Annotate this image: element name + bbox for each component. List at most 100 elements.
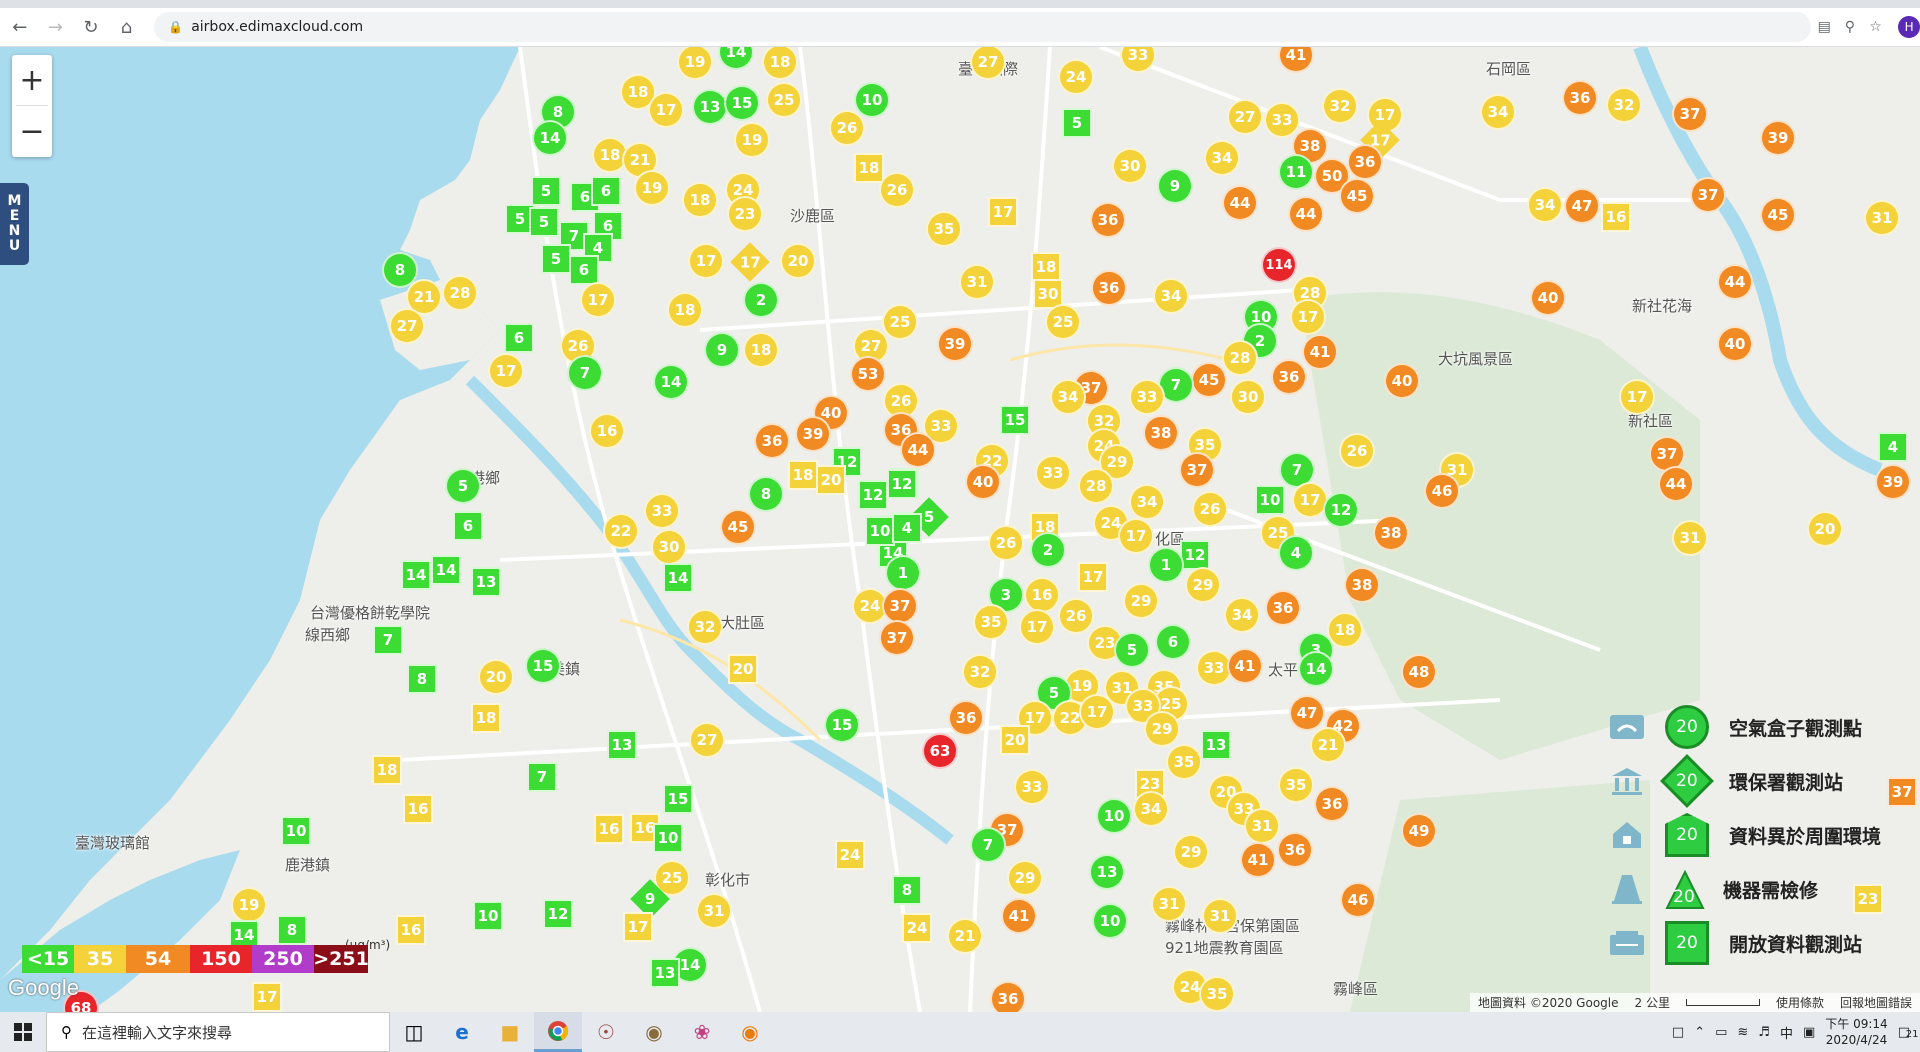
station-marker-circle[interactable]: 16 xyxy=(1024,577,1060,613)
file-explorer-icon[interactable]: ■ xyxy=(486,1012,534,1052)
station-marker-circle[interactable]: 34 xyxy=(1129,484,1165,520)
station-marker-circle[interactable]: 22 xyxy=(603,513,639,549)
station-marker-circle[interactable]: 32 xyxy=(962,654,998,690)
station-marker-circle[interactable]: 17 xyxy=(580,282,616,318)
station-marker-circle[interactable]: 31 xyxy=(696,893,732,929)
taskbar-clock[interactable]: 下午 09:14 2020/4/24 xyxy=(1825,1016,1887,1048)
station-marker-circle[interactable]: 31 xyxy=(959,264,995,300)
station-marker-circle[interactable]: 31 xyxy=(1244,808,1280,844)
station-marker-square[interactable]: 4 xyxy=(1878,432,1908,462)
station-marker-circle[interactable]: 36 xyxy=(1347,144,1383,180)
station-marker-circle[interactable]: 20 xyxy=(478,659,514,695)
station-marker-circle[interactable]: 40 xyxy=(1717,326,1753,362)
station-marker-circle[interactable]: 38 xyxy=(1373,515,1409,551)
station-marker-square[interactable]: 12 xyxy=(858,480,888,510)
app-icon[interactable]: ◉ xyxy=(630,1012,678,1052)
station-marker-square[interactable]: 5 xyxy=(531,176,561,206)
station-marker-circle[interactable]: 26 xyxy=(879,172,915,208)
home-icon[interactable]: ⌂ xyxy=(111,11,143,43)
station-marker-circle[interactable]: 5 xyxy=(445,468,481,504)
station-marker-circle[interactable]: 31 xyxy=(1672,520,1708,556)
station-marker-square[interactable]: 17 xyxy=(252,982,282,1012)
station-marker-square[interactable]: 24 xyxy=(835,840,865,870)
station-marker-circle[interactable]: 47 xyxy=(1564,188,1600,224)
station-marker-circle[interactable]: 31 xyxy=(1151,886,1187,922)
station-marker-square[interactable]: 4 xyxy=(892,513,922,543)
station-marker-circle[interactable]: 19 xyxy=(634,170,670,206)
station-marker-circle[interactable]: 33 xyxy=(1014,769,1050,805)
menu-tab[interactable]: M E N U xyxy=(0,183,29,265)
station-marker-circle[interactable]: 14 xyxy=(653,364,689,400)
station-marker-square[interactable]: 6 xyxy=(504,323,534,353)
station-marker-circle[interactable]: 34 xyxy=(1133,791,1169,827)
station-marker-circle[interactable]: 45 xyxy=(720,509,756,545)
report-error-link[interactable]: 回報地圖錯誤 xyxy=(1840,994,1912,1011)
station-marker-square[interactable]: 12 xyxy=(543,899,573,929)
station-marker-circle[interactable]: 28 xyxy=(1078,468,1114,504)
map-canvas[interactable]: 臺中國際石岡區沙鹿區新社花海大坑風景區新社區港鄉化區台灣優格餅乾學院線西鄉和美鎮… xyxy=(0,47,1920,1012)
station-marker-square[interactable]: 15 xyxy=(1000,405,1030,435)
station-marker-square[interactable]: 8 xyxy=(277,915,307,945)
station-marker-circle[interactable]: 37 xyxy=(882,588,918,624)
station-marker-circle[interactable]: 37 xyxy=(1179,452,1215,488)
station-marker-circle[interactable]: 17 xyxy=(688,243,724,279)
station-marker-square[interactable]: 16 xyxy=(594,814,624,844)
station-marker-circle[interactable]: 31 xyxy=(1202,898,1238,934)
station-marker-circle[interactable]: 14 xyxy=(532,120,568,156)
station-marker-circle[interactable]: 34 xyxy=(1527,187,1563,223)
station-marker-square[interactable]: 24 xyxy=(902,913,932,943)
chrome-browser-icon[interactable] xyxy=(534,1012,582,1052)
station-marker-square[interactable]: 13 xyxy=(650,958,680,988)
station-marker-circle[interactable]: 37 xyxy=(879,620,915,656)
station-marker-circle[interactable]: 32 xyxy=(1606,87,1642,123)
station-marker-square[interactable]: 20 xyxy=(1000,725,1030,755)
station-marker-circle[interactable]: 44 xyxy=(1288,196,1324,232)
station-marker-circle[interactable]: 40 xyxy=(1384,363,1420,399)
station-marker-circle[interactable]: 15 xyxy=(724,85,760,121)
station-marker-square[interactable]: 18 xyxy=(372,755,402,785)
station-marker-circle[interactable]: 34 xyxy=(1050,379,1086,415)
station-marker-circle[interactable]: 17 xyxy=(1079,694,1115,730)
station-marker-circle[interactable]: 35 xyxy=(1199,976,1235,1012)
station-marker-circle[interactable]: 48 xyxy=(1401,654,1437,690)
station-marker-circle[interactable]: 14 xyxy=(1298,651,1334,687)
station-marker-circle[interactable]: 41 xyxy=(1227,648,1263,684)
station-marker-circle[interactable]: 49 xyxy=(1401,813,1437,849)
station-marker-square[interactable]: 5 xyxy=(1062,108,1092,138)
station-marker-square[interactable]: 8 xyxy=(407,664,437,694)
station-marker-circle[interactable]: 32 xyxy=(1322,88,1358,124)
station-marker-circle[interactable]: 30 xyxy=(1112,148,1148,184)
zoom-in-button[interactable]: + xyxy=(12,55,52,105)
station-marker-circle[interactable]: 20 xyxy=(1807,511,1843,547)
station-marker-circle[interactable]: 36 xyxy=(1091,270,1127,306)
station-marker-circle[interactable]: 27 xyxy=(389,308,425,344)
station-marker-circle[interactable]: 10 xyxy=(854,82,890,118)
station-marker-square[interactable]: 5 xyxy=(541,244,571,274)
volume-icon[interactable]: ♬ xyxy=(1758,1025,1770,1040)
station-marker-circle[interactable]: 11 xyxy=(1278,154,1314,190)
station-marker-circle[interactable]: 36 xyxy=(1090,202,1126,238)
station-marker-circle[interactable]: 41 xyxy=(1001,898,1037,934)
station-marker-circle[interactable]: 33 xyxy=(1035,455,1071,491)
station-marker-square[interactable]: 12 xyxy=(1180,540,1210,570)
station-marker-square[interactable]: 20 xyxy=(728,654,758,684)
station-marker-circle[interactable]: 25 xyxy=(766,82,802,118)
station-marker-circle[interactable]: 2 xyxy=(1030,532,1066,568)
station-marker-circle[interactable]: 41 xyxy=(1302,334,1338,370)
station-marker-circle[interactable]: 34 xyxy=(1224,597,1260,633)
station-marker-circle[interactable]: 45 xyxy=(1760,197,1796,233)
station-marker-circle[interactable]: 36 xyxy=(754,423,790,459)
station-marker-circle[interactable]: 7 xyxy=(970,827,1006,863)
station-marker-square[interactable]: 14 xyxy=(663,563,693,593)
station-marker-circle[interactable]: 12 xyxy=(1323,492,1359,528)
battery-icon[interactable]: ▭ xyxy=(1715,1025,1727,1040)
station-marker-circle[interactable]: 44 xyxy=(1658,466,1694,502)
station-marker-square[interactable]: 6 xyxy=(591,176,621,206)
station-marker-circle[interactable]: 7 xyxy=(567,355,603,391)
station-marker-circle[interactable]: 33 xyxy=(1129,379,1165,415)
station-marker-circle[interactable]: 29 xyxy=(1185,567,1221,603)
station-marker-circle[interactable]: 27 xyxy=(1227,99,1263,135)
station-marker-circle[interactable]: 38 xyxy=(1344,567,1380,603)
station-marker-square[interactable]: 8 xyxy=(892,875,922,905)
station-marker-circle[interactable]: 17 xyxy=(1019,609,1055,645)
